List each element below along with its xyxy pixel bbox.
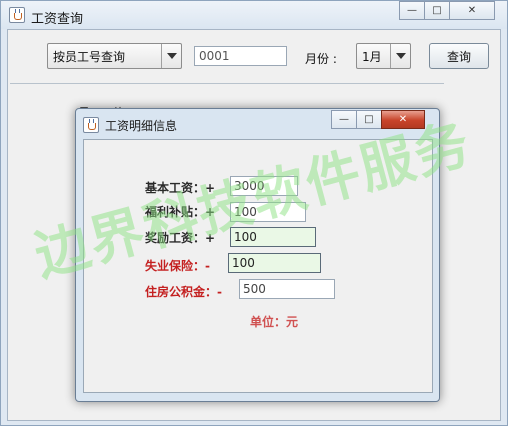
bonus-salary-field[interactable]: 100 xyxy=(230,227,316,247)
maximize-icon: □ xyxy=(432,5,442,16)
query-mode-value: 按员工号查询 xyxy=(53,49,126,64)
dialog-client-area: 基本工资：+ 3000 福利补贴：+ 100 奖励工资：+ 100 失业保险：-… xyxy=(83,139,433,393)
outer-title-bar[interactable]: 工资查询 — □ ✕ xyxy=(1,1,507,29)
housing-fund-label: 住房公积金：- xyxy=(145,285,222,299)
close-button[interactable]: ✕ xyxy=(449,1,495,20)
outer-window-controls: — □ ✕ xyxy=(399,1,495,20)
basic-salary-label: 基本工资：+ xyxy=(145,181,216,195)
housing-fund-field[interactable]: 500 xyxy=(239,279,335,299)
basic-salary-field[interactable]: 3000 xyxy=(230,176,298,196)
query-button[interactable]: 查询 xyxy=(429,43,489,69)
month-value: 1月 xyxy=(362,49,382,64)
close-icon: ✕ xyxy=(467,5,477,16)
employee-id-input[interactable]: 0001 xyxy=(194,46,287,66)
minimize-button[interactable]: — xyxy=(399,1,425,20)
close-icon: ✕ xyxy=(398,114,408,125)
java-app-icon xyxy=(9,7,25,23)
dialog-close-button[interactable]: ✕ xyxy=(381,110,425,129)
java-app-icon xyxy=(83,117,99,133)
dialog-window-controls: — □ ✕ xyxy=(331,110,425,129)
unemployment-insurance-label: 失业保险：- xyxy=(145,259,210,273)
welfare-allowance-field[interactable]: 100 xyxy=(230,202,306,222)
separator-line xyxy=(10,83,444,84)
month-combo[interactable]: 1月 xyxy=(356,43,411,69)
dialog-minimize-button[interactable]: — xyxy=(331,110,357,129)
outer-window-title: 工资查询 xyxy=(31,12,84,27)
chevron-down-icon[interactable] xyxy=(390,44,410,68)
maximize-icon: □ xyxy=(364,114,374,125)
minimize-icon: — xyxy=(339,114,349,125)
maximize-button[interactable]: □ xyxy=(424,1,450,20)
bonus-salary-label: 奖励工资：+ xyxy=(145,231,216,245)
chevron-down-icon[interactable] xyxy=(161,44,181,68)
unit-note: 单位：元 xyxy=(250,315,299,329)
minimize-icon: — xyxy=(407,5,417,16)
unemployment-insurance-field[interactable]: 100 xyxy=(228,253,321,273)
salary-detail-dialog: 工资明细信息 — □ ✕ 基本工资：+ 3000 福利补贴：+ 100 奖励工资… xyxy=(75,108,440,402)
dialog-title: 工资明细信息 xyxy=(105,119,178,133)
query-mode-combo[interactable]: 按员工号查询 xyxy=(47,43,182,69)
welfare-allowance-label: 福利补贴：+ xyxy=(145,205,216,219)
month-label: 月份 : xyxy=(305,52,337,66)
dialog-maximize-button[interactable]: □ xyxy=(356,110,382,129)
